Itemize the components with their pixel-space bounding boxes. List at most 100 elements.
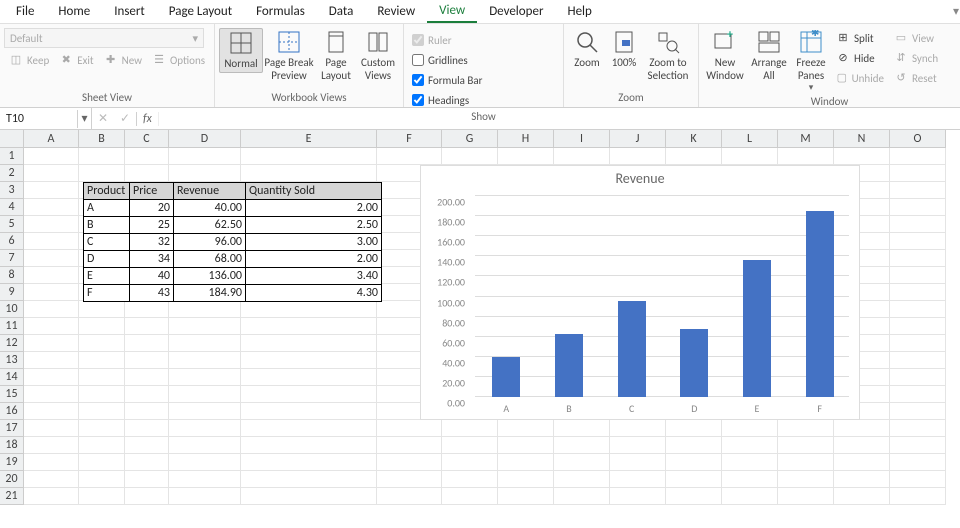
sheet-view-default-dropdown[interactable]: Default ▾ xyxy=(4,28,204,48)
chart-bar-F[interactable] xyxy=(806,211,834,397)
cell-K18[interactable] xyxy=(666,437,722,454)
column-header-E[interactable]: E xyxy=(241,130,377,148)
table-cell[interactable]: E xyxy=(84,268,130,285)
cell-L1[interactable] xyxy=(722,148,778,165)
ruler-checkbox[interactable]: Ruler xyxy=(408,30,478,50)
cell-J1[interactable] xyxy=(610,148,666,165)
cell-B1[interactable] xyxy=(79,148,125,165)
cell-M1[interactable] xyxy=(778,148,834,165)
cell-B14[interactable] xyxy=(79,369,125,386)
cell-F18[interactable] xyxy=(377,437,442,454)
cell-A2[interactable] xyxy=(24,165,79,182)
chart-bar-A[interactable] xyxy=(492,357,520,397)
cell-D2[interactable] xyxy=(169,165,241,182)
row-header-14[interactable]: 14 xyxy=(0,369,24,386)
menu-tab-home[interactable]: Home xyxy=(46,1,102,22)
view-side-by-side-button[interactable]: ▭View xyxy=(889,28,951,48)
name-box[interactable]: T10 xyxy=(0,110,78,128)
cell-E16[interactable] xyxy=(241,403,377,420)
row-header-20[interactable]: 20 xyxy=(0,471,24,488)
row-header-19[interactable]: 19 xyxy=(0,454,24,471)
cell-A4[interactable] xyxy=(24,199,79,216)
table-cell[interactable]: 2.00 xyxy=(246,251,382,268)
cell-C15[interactable] xyxy=(125,386,169,403)
table-cell[interactable]: F xyxy=(84,285,130,302)
table-cell[interactable]: 34 xyxy=(130,251,174,268)
cell-D20[interactable] xyxy=(169,471,241,488)
reset-window-button[interactable]: ↺Reset xyxy=(889,68,951,88)
cell-O15[interactable] xyxy=(890,386,946,403)
cell-A5[interactable] xyxy=(24,216,79,233)
cell-C20[interactable] xyxy=(125,471,169,488)
cell-O4[interactable] xyxy=(890,199,946,216)
column-header-J[interactable]: J xyxy=(610,130,666,148)
cell-D10[interactable] xyxy=(169,301,241,318)
table-cell[interactable]: 2.50 xyxy=(246,217,382,234)
cell-F1[interactable] xyxy=(377,148,442,165)
cell-O13[interactable] xyxy=(890,352,946,369)
cell-N18[interactable] xyxy=(834,437,890,454)
table-cell[interactable]: 136.00 xyxy=(174,268,246,285)
formula-bar-checkbox[interactable]: Formula Bar xyxy=(408,70,494,90)
cell-M18[interactable] xyxy=(778,437,834,454)
cell-A13[interactable] xyxy=(24,352,79,369)
menu-tab-help[interactable]: Help xyxy=(555,1,603,22)
cell-B10[interactable] xyxy=(79,301,125,318)
table-cell[interactable]: 40 xyxy=(130,268,174,285)
row-header-5[interactable]: 5 xyxy=(0,216,24,233)
cell-H1[interactable] xyxy=(498,148,554,165)
cell-E13[interactable] xyxy=(241,352,377,369)
row-header-6[interactable]: 6 xyxy=(0,233,24,250)
ruler-checkbox-input[interactable] xyxy=(412,34,424,46)
table-cell[interactable]: B xyxy=(84,217,130,234)
cell-I20[interactable] xyxy=(554,471,610,488)
menu-tab-review[interactable]: Review xyxy=(365,1,427,22)
cell-E11[interactable] xyxy=(241,318,377,335)
cell-I17[interactable] xyxy=(554,420,610,437)
cell-L17[interactable] xyxy=(722,420,778,437)
cell-B12[interactable] xyxy=(79,335,125,352)
cell-B16[interactable] xyxy=(79,403,125,420)
cell-N19[interactable] xyxy=(834,454,890,471)
gridlines-checkbox-input[interactable] xyxy=(412,54,424,66)
table-header[interactable]: Revenue xyxy=(174,183,246,200)
chart-object[interactable]: Revenue 0.0020.0040.0060.0080.00100.0012… xyxy=(420,165,860,420)
cell-C18[interactable] xyxy=(125,437,169,454)
column-header-G[interactable]: G xyxy=(442,130,498,148)
column-header-O[interactable]: O xyxy=(890,130,946,148)
cell-B17[interactable] xyxy=(79,420,125,437)
table-cell[interactable]: 3.40 xyxy=(246,268,382,285)
row-header-8[interactable]: 8 xyxy=(0,267,24,284)
cell-A12[interactable] xyxy=(24,335,79,352)
cell-B21[interactable] xyxy=(79,488,125,505)
table-cell[interactable]: 43 xyxy=(130,285,174,302)
split-button[interactable]: ⊞Split xyxy=(831,28,889,48)
cell-O16[interactable] xyxy=(890,403,946,420)
zoom-button[interactable]: Zoom xyxy=(568,28,606,71)
row-header-21[interactable]: 21 xyxy=(0,488,24,505)
cell-H18[interactable] xyxy=(498,437,554,454)
cell-C11[interactable] xyxy=(125,318,169,335)
column-header-C[interactable]: C xyxy=(125,130,169,148)
cell-H19[interactable] xyxy=(498,454,554,471)
menu-tab-developer[interactable]: Developer xyxy=(477,1,555,22)
cell-E21[interactable] xyxy=(241,488,377,505)
cell-C17[interactable] xyxy=(125,420,169,437)
table-cell[interactable]: 20 xyxy=(130,200,174,217)
cell-O19[interactable] xyxy=(890,454,946,471)
cell-A14[interactable] xyxy=(24,369,79,386)
column-header-A[interactable]: A xyxy=(24,130,79,148)
cell-A3[interactable] xyxy=(24,182,79,199)
cell-A10[interactable] xyxy=(24,301,79,318)
cell-K17[interactable] xyxy=(666,420,722,437)
cell-M19[interactable] xyxy=(778,454,834,471)
row-header-1[interactable]: 1 xyxy=(0,148,24,165)
cell-J19[interactable] xyxy=(610,454,666,471)
cell-E2[interactable] xyxy=(241,165,377,182)
cell-N17[interactable] xyxy=(834,420,890,437)
cell-O20[interactable] xyxy=(890,471,946,488)
row-header-16[interactable]: 16 xyxy=(0,403,24,420)
cell-M20[interactable] xyxy=(778,471,834,488)
row-header-2[interactable]: 2 xyxy=(0,165,24,182)
cell-A15[interactable] xyxy=(24,386,79,403)
